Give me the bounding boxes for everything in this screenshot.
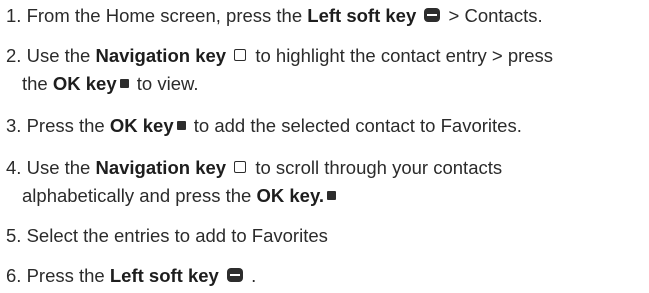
step-text: Press the [26, 265, 110, 286]
key-name: OK key. [256, 185, 325, 206]
step-3: 3. Press the OK key to add the selected … [6, 112, 645, 140]
navigation-key-icon [234, 49, 247, 62]
step-number: 5. [6, 225, 22, 246]
step-6: 6. Press the Left soft key . [6, 262, 645, 290]
key-name: Left soft key [109, 265, 219, 286]
step-text: . [245, 265, 257, 286]
step-number: 2. [6, 45, 22, 66]
step-text: to view. [131, 73, 199, 94]
step-number: 3. [6, 115, 22, 136]
step-number: 6. [6, 265, 22, 286]
step-text: Press the [26, 115, 110, 136]
step-text: > Contacts. [443, 5, 543, 26]
step-text: to highlight the contact entry > press [250, 45, 554, 66]
step-text: to scroll through your contacts [250, 157, 503, 178]
navigation-key-icon [234, 161, 247, 174]
key-name: Left soft key [307, 5, 417, 26]
step-continuation: the OK key to view. [6, 70, 645, 98]
step-number: 4. [6, 157, 22, 178]
step-text: From the Home screen, press the [26, 5, 308, 26]
step-number: 1. [6, 5, 22, 26]
step-text: alphabetically and press the [22, 185, 257, 206]
key-name: Navigation key [95, 157, 227, 178]
key-name: OK key [52, 73, 117, 94]
left-soft-key-icon [226, 268, 243, 283]
step-2: 2. Use the Navigation key to highlight t… [6, 42, 645, 98]
step-continuation: alphabetically and press the OK key. [6, 182, 645, 210]
step-5: 5. Select the entries to add to Favorite… [6, 222, 645, 250]
instruction-list: 1. From the Home screen, press the Left … [0, 0, 649, 293]
step-4: 4. Use the Navigation key to scroll thro… [6, 154, 645, 210]
step-text: to add the selected contact to Favorites… [188, 115, 522, 136]
step-text: Use the [26, 45, 96, 66]
step-1: 1. From the Home screen, press the Left … [6, 2, 645, 30]
key-name: Navigation key [95, 45, 227, 66]
ok-key-icon [327, 190, 337, 200]
left-soft-key-icon [424, 8, 441, 23]
ok-key-icon [176, 120, 186, 130]
step-text: Use the [26, 157, 96, 178]
key-name: OK key [109, 115, 174, 136]
ok-key-icon [119, 78, 129, 88]
step-text: Select the entries to add to Favorites [26, 225, 328, 246]
step-text: the [22, 73, 53, 94]
